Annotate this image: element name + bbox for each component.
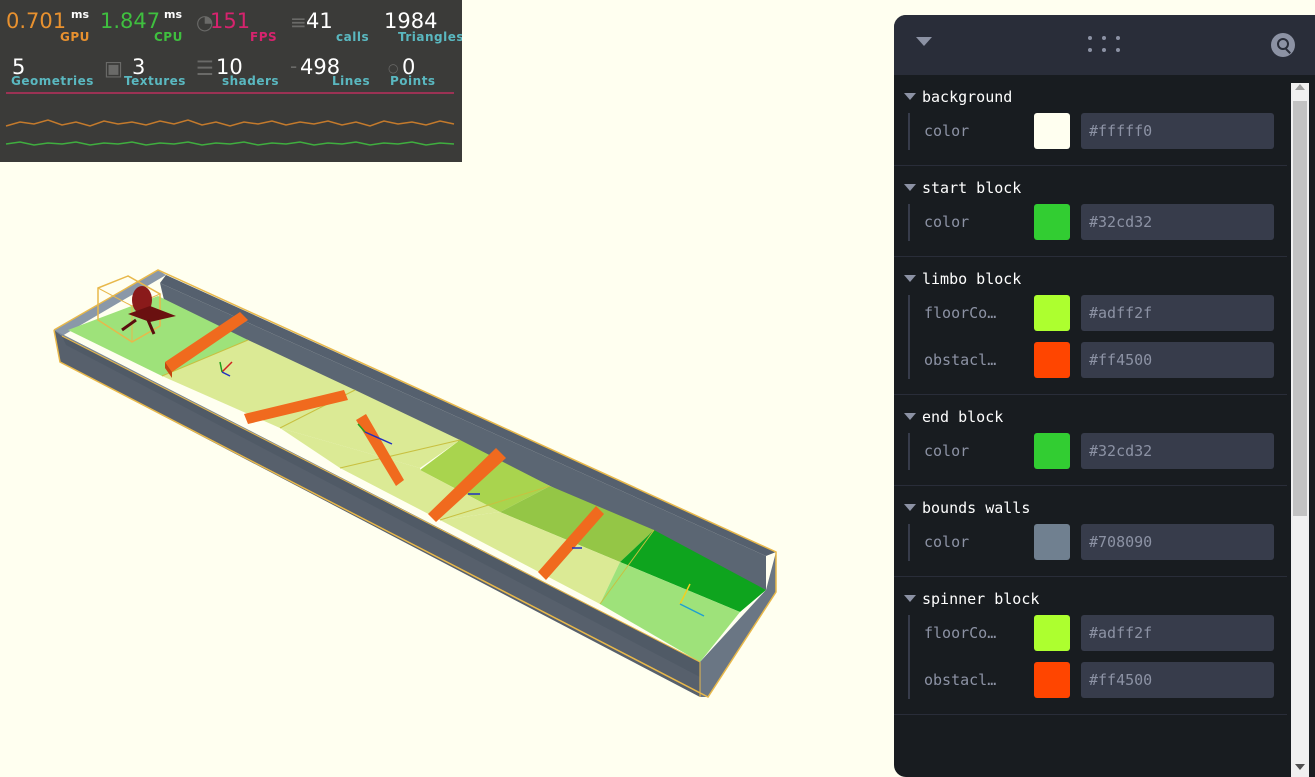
scroll-thumb[interactable] (1293, 101, 1307, 516)
folder-label: end block (922, 408, 1004, 426)
stat-label: Geometries (11, 74, 94, 88)
folder-title[interactable]: end block (894, 406, 1287, 428)
folder-title[interactable]: spinner block (894, 588, 1287, 610)
search-icon[interactable] (1271, 33, 1295, 57)
folder-bounds-walls: bounds walls color #708090 (894, 486, 1287, 577)
control-label: obstacl… (924, 671, 997, 689)
color-input[interactable]: #ff4500 (1081, 662, 1274, 698)
stat-label: GPU (60, 30, 90, 44)
control-row: color #fffff0 (910, 113, 1287, 150)
folder-rows: color #32cd32 (908, 433, 1287, 470)
calls-icon: ≡ (290, 10, 307, 34)
folder-title[interactable]: start block (894, 177, 1287, 199)
folder-spinner-block: spinner block floorCo… #adff2f obstacl… … (894, 577, 1287, 715)
caret-down-icon (904, 413, 916, 420)
folder-end-block: end block color #32cd32 (894, 395, 1287, 486)
stat-label: calls (336, 30, 370, 44)
folder-background: background color #fffff0 (894, 75, 1287, 166)
color-input[interactable]: #ff4500 (1081, 342, 1274, 378)
line-icon: - (290, 54, 298, 78)
control-label: color (924, 122, 970, 140)
controls-panel: background color #fffff0 start block col… (894, 15, 1315, 777)
folder-title[interactable]: bounds walls (894, 497, 1287, 519)
folder-start-block: start block color #32cd32 (894, 166, 1287, 257)
scroll-up-icon[interactable] (1295, 84, 1305, 90)
performance-monitor: 0.701 ms GPU 1.847 ms CPU ◔ 151 FPS ≡ 41… (0, 0, 462, 162)
stat-value: 0.701 (6, 9, 67, 33)
stat-label: CPU (154, 30, 183, 44)
color-swatch[interactable] (1034, 113, 1070, 149)
control-row: obstacl… #ff4500 (910, 342, 1287, 379)
control-row: color #32cd32 (910, 433, 1287, 470)
control-row: color #708090 (910, 524, 1287, 561)
control-label: floorCo… (924, 304, 997, 322)
divider (6, 92, 454, 94)
control-label: floorCo… (924, 624, 997, 642)
color-input[interactable]: #adff2f (1081, 615, 1274, 651)
folder-rows: color #fffff0 (908, 113, 1287, 150)
control-row: color #32cd32 (910, 204, 1287, 241)
stat-label: Lines (332, 74, 371, 88)
control-label: color (924, 442, 970, 460)
folder-label: background (922, 88, 1013, 106)
folder-label: start block (922, 179, 1022, 197)
folder-label: bounds walls (922, 499, 1031, 517)
control-row: obstacl… #ff4500 (910, 662, 1287, 699)
caret-down-icon (904, 184, 916, 191)
color-input[interactable]: #32cd32 (1081, 204, 1274, 240)
perf-graph (5, 119, 455, 146)
collapse-icon[interactable] (916, 37, 932, 46)
stat-value: 41 (306, 9, 333, 33)
folder-rows: floorCo… #adff2f obstacl… #ff4500 (908, 615, 1287, 699)
stat-value: 1984 (384, 9, 438, 33)
color-swatch[interactable] (1034, 204, 1070, 240)
stat-label: Triangles (398, 30, 462, 44)
color-swatch[interactable] (1034, 342, 1070, 378)
color-input[interactable]: #fffff0 (1081, 113, 1274, 149)
color-swatch[interactable] (1034, 295, 1070, 331)
scrollbar[interactable] (1287, 75, 1315, 777)
folder-rows: color #32cd32 (908, 204, 1287, 241)
control-row: floorCo… #adff2f (910, 295, 1287, 332)
stat-label: Textures (124, 74, 186, 88)
caret-down-icon (904, 275, 916, 282)
stat-value: 1.847 (100, 9, 161, 33)
stat-unit: ms (164, 8, 183, 21)
drag-handle-icon[interactable] (1088, 36, 1122, 54)
folder-limbo-block: limbo block floorCo… #adff2f obstacl… #f… (894, 257, 1287, 395)
stat-label: FPS (250, 30, 278, 44)
control-label: color (924, 213, 970, 231)
stat-unit: ms (71, 8, 90, 21)
color-swatch[interactable] (1034, 524, 1070, 560)
scroll-down-icon[interactable] (1295, 764, 1305, 770)
folder-list: background color #fffff0 start block col… (894, 75, 1287, 715)
color-swatch[interactable] (1034, 615, 1070, 651)
caret-down-icon (904, 504, 916, 511)
control-label: obstacl… (924, 351, 997, 369)
stat-label: shaders (222, 74, 280, 88)
folder-title[interactable]: background (894, 86, 1287, 108)
caret-down-icon (904, 93, 916, 100)
color-input[interactable]: #708090 (1081, 524, 1274, 560)
folder-label: spinner block (922, 590, 1040, 608)
image-icon: ▣ (104, 56, 123, 80)
folder-rows: color #708090 (908, 524, 1287, 561)
panel-header[interactable] (894, 15, 1315, 75)
color-input[interactable]: #32cd32 (1081, 433, 1274, 469)
color-swatch[interactable] (1034, 433, 1070, 469)
color-swatch[interactable] (1034, 662, 1070, 698)
caret-down-icon (904, 595, 916, 602)
color-input[interactable]: #adff2f (1081, 295, 1274, 331)
shader-icon: ☰ (196, 56, 214, 80)
folder-title[interactable]: limbo block (894, 268, 1287, 290)
stat-label: Points (390, 74, 436, 88)
control-row: floorCo… #adff2f (910, 615, 1287, 652)
control-label: color (924, 533, 970, 551)
folder-rows: floorCo… #adff2f obstacl… #ff4500 (908, 295, 1287, 379)
stat-value: 151 (210, 9, 251, 33)
folder-label: limbo block (922, 270, 1022, 288)
